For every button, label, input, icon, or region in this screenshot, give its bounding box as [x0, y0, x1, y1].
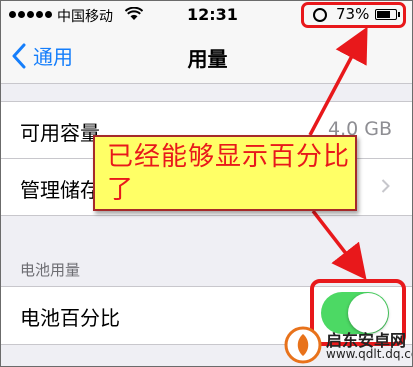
annotation-callout: 已经能够显示百分比了	[93, 135, 357, 211]
carrier-name: 中国移动	[57, 9, 113, 25]
row-label: 电池百分比	[20, 306, 120, 330]
site-watermark: 启东安卓网 www.qdlt.dq.com	[284, 323, 412, 366]
battery-highlight-box	[301, 2, 406, 28]
row-label: 可用容量	[20, 121, 100, 145]
watermark-logo-icon	[284, 326, 322, 364]
chevron-right-icon	[381, 179, 390, 193]
arrow-to-toggle	[311, 209, 367, 281]
screenshot-frame: 中国移动 12:31 73% 通用 用量 可用容量 4.0 GB 管理储存空间 …	[0, 0, 413, 367]
status-bar: 中国移动 12:31 73%	[1, 1, 412, 31]
annotation-text: 已经能够显示百分比了	[107, 142, 351, 205]
watermark-url: www.qdlt.dq.com	[326, 347, 412, 361]
battery-usage-section-header: 电池用量	[20, 261, 81, 279]
navigation-bar: 通用 用量	[1, 31, 412, 84]
page-title: 用量	[187, 47, 228, 71]
wifi-icon	[125, 7, 143, 20]
signal-strength-icon	[9, 11, 52, 18]
status-time: 12:31	[187, 5, 238, 24]
